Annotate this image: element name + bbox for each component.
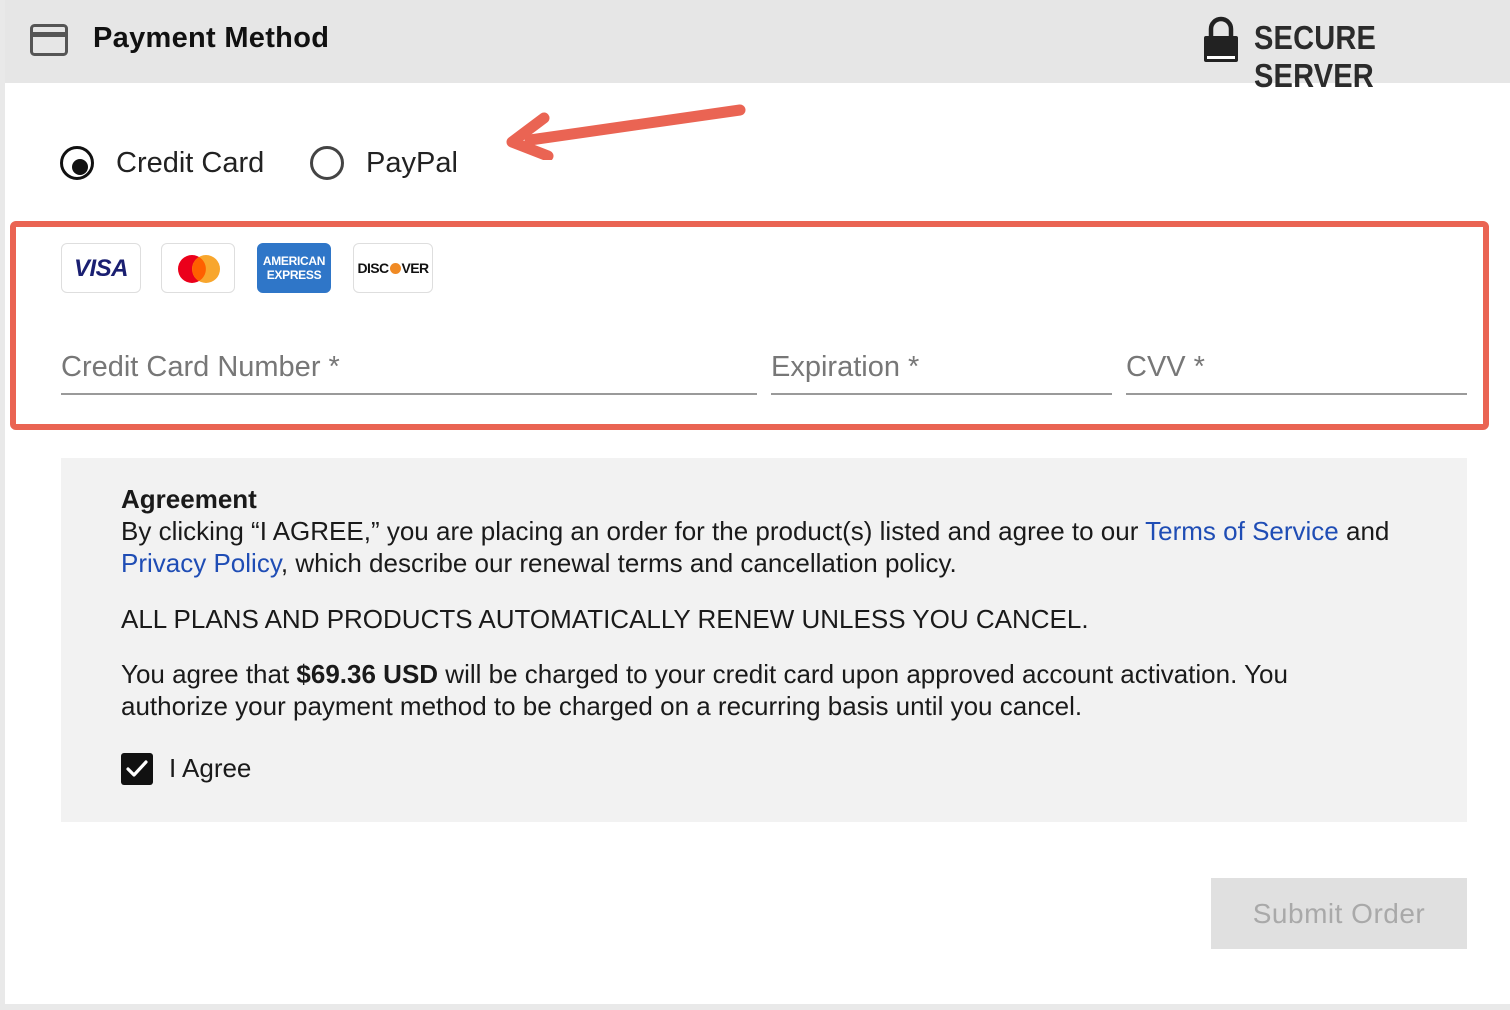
radio-unselected-icon (310, 146, 344, 180)
discover-logo-pre: DISC (357, 260, 388, 276)
radio-selected-icon (60, 146, 94, 180)
charge-notice: You agree that $69.36 USD will be charge… (121, 658, 1401, 722)
agree-checkbox-label[interactable]: I Agree (169, 753, 251, 784)
checkmark-icon (125, 758, 149, 780)
auto-renew-notice: ALL PLANS AND PRODUCTS AUTOMATICALLY REN… (121, 603, 1401, 635)
expiration-input[interactable] (771, 347, 1112, 387)
amex-logo: AMERICAN EXPRESS (257, 243, 331, 293)
credit-card-icon (30, 24, 68, 56)
expiration-field (771, 337, 1112, 395)
annotation-arrow (500, 96, 755, 160)
discover-logo-post: VER (402, 260, 429, 276)
agreement-panel: Agreement By clicking “I AGREE,” you are… (61, 458, 1467, 822)
credit-card-radio-label: Credit Card (116, 147, 264, 180)
card-number-input[interactable] (61, 347, 757, 387)
payment-header: Payment Method SECURE SERVER (5, 0, 1510, 83)
mastercard-logo (161, 243, 235, 293)
discover-logo: DISC VER (353, 243, 433, 293)
visa-logo-text: VISA (62, 255, 140, 283)
cvv-input[interactable] (1126, 347, 1467, 387)
submit-order-button[interactable]: Submit Order (1211, 878, 1467, 949)
payment-page: Payment Method SECURE SERVER Credit Card… (5, 0, 1510, 1004)
charge-amount: $69.36 USD (296, 659, 438, 689)
lock-icon (1203, 16, 1239, 64)
page-title: Payment Method (93, 22, 329, 55)
terms-of-service-link[interactable]: Terms of Service (1145, 516, 1339, 546)
visa-logo: VISA (61, 243, 141, 293)
paypal-radio-label: PayPal (366, 147, 458, 180)
agree-checkbox[interactable] (121, 753, 153, 785)
agreement-terms-text: By clicking “I AGREE,” you are placing a… (121, 515, 1401, 579)
card-number-field (61, 337, 757, 395)
agreement-heading: Agreement (121, 483, 1401, 515)
amex-logo-line1: AMERICAN (258, 254, 330, 268)
cvv-field (1126, 337, 1467, 395)
privacy-policy-link[interactable]: Privacy Policy (121, 548, 281, 578)
secure-server-label: SECURE SERVER (1254, 19, 1479, 95)
amex-logo-line2: EXPRESS (258, 268, 330, 282)
